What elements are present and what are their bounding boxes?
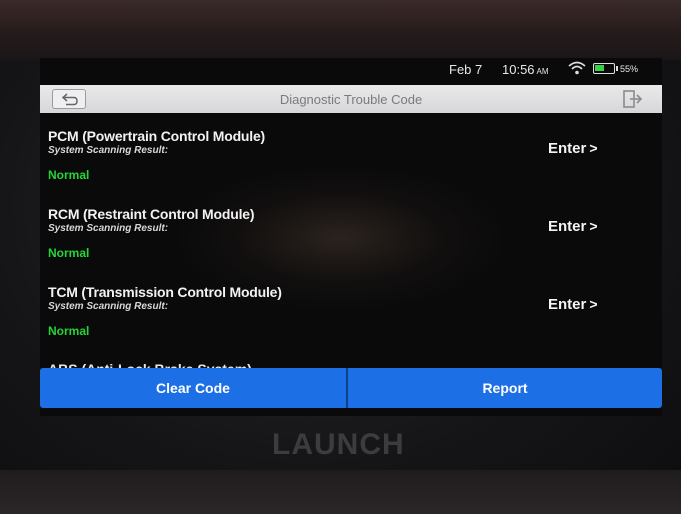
module-status: Normal xyxy=(48,168,90,182)
module-subtitle: System Scanning Result: xyxy=(48,301,169,312)
enter-button[interactable]: Enter > xyxy=(548,218,598,235)
module-subtitle: System Scanning Result: xyxy=(48,223,169,234)
brand-logo: LAUNCH xyxy=(272,428,405,461)
battery-percent: 55% xyxy=(620,64,639,74)
list-item-abs-partial[interactable]: ABS (Anti-Lock Brake System) xyxy=(48,360,252,368)
battery-nub xyxy=(616,66,618,71)
chevron-right-icon: > xyxy=(589,140,598,156)
exit-icon[interactable] xyxy=(620,88,644,110)
status-ampm: AM xyxy=(536,67,549,76)
title-bar: Diagnostic Trouble Code xyxy=(40,85,662,113)
battery-fill xyxy=(595,65,604,71)
module-name: PCM (Powertrain Control Module) xyxy=(48,128,266,144)
list-item-tcm[interactable]: TCM (Transmission Control Module) System… xyxy=(40,284,662,360)
module-name: TCM (Transmission Control Module) xyxy=(48,284,282,300)
wifi-icon xyxy=(568,61,586,75)
report-button[interactable]: Report xyxy=(348,368,662,408)
enter-button[interactable]: Enter > xyxy=(548,140,598,157)
enter-label: Enter xyxy=(548,296,587,313)
module-status: Normal xyxy=(48,246,90,260)
status-date: Feb 7 xyxy=(449,62,483,77)
module-status: Normal xyxy=(48,324,90,338)
chevron-right-icon: > xyxy=(589,296,598,312)
enter-label: Enter xyxy=(548,218,587,235)
chevron-right-icon: > xyxy=(589,218,598,234)
enter-label: Enter xyxy=(548,140,587,157)
device-bottom-edge xyxy=(0,470,681,514)
status-time: 10:56 AM xyxy=(502,62,549,77)
page-title: Diagnostic Trouble Code xyxy=(279,92,423,107)
list-item-rcm[interactable]: RCM (Restraint Control Module) System Sc… xyxy=(40,206,662,282)
status-time-value: 10:56 xyxy=(502,62,535,77)
module-subtitle: System Scanning Result: xyxy=(48,145,169,156)
action-bar: Clear Code Report xyxy=(40,368,662,408)
status-bar: Feb 7 10:56 AM 55% xyxy=(40,58,662,80)
module-name: RCM (Restraint Control Module) xyxy=(48,206,255,222)
battery-icon xyxy=(593,63,618,74)
screen: Feb 7 10:56 AM 55% Diagnostic Trouble Cod… xyxy=(40,58,662,416)
clear-code-button[interactable]: Clear Code xyxy=(40,368,346,408)
enter-button[interactable]: Enter > xyxy=(548,296,598,313)
list-item-pcm[interactable]: PCM (Powertrain Control Module) System S… xyxy=(40,128,662,204)
device-bezel-top xyxy=(0,0,681,60)
